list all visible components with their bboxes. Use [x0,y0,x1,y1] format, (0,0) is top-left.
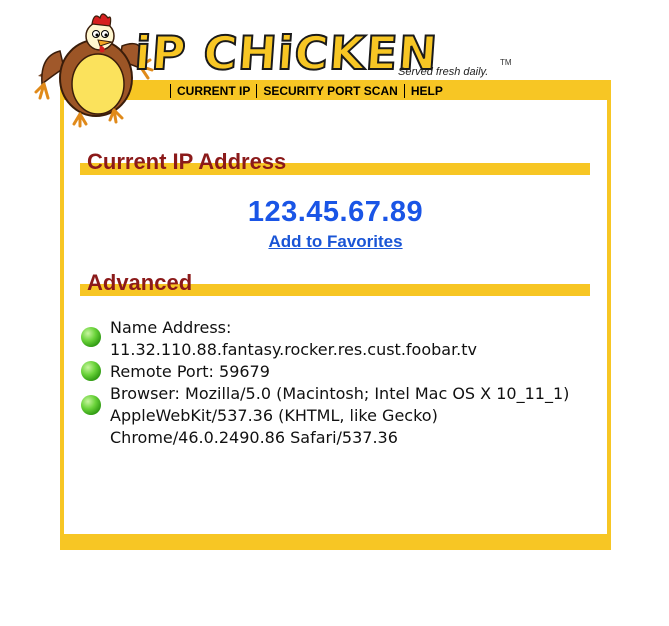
name-address-label: Name Address: [110,318,232,337]
list-item-browser: Browser: Mozilla/5.0 (Macintosh; Intel M… [80,383,580,449]
main-nav: CURRENT IP SECURITY PORT SCAN HELP [170,82,449,100]
nav-help[interactable]: HELP [403,84,449,98]
advanced-heading: Advanced [87,270,193,295]
nav-security-port-scan[interactable]: SECURITY PORT SCAN [256,84,403,98]
nav-current-ip[interactable]: CURRENT IP [170,84,256,98]
add-to-favorites-link[interactable]: Add to Favorites [268,232,402,251]
page: iP CHiCKEN TM Served fresh daily. CURREN… [0,0,669,626]
list-item-name-address: Name Address: 11.32.110.88.fantasy.rocke… [80,317,580,361]
list-item-remote-port: Remote Port: 59679 [80,361,580,383]
advanced-details-list: Name Address: 11.32.110.88.fantasy.rocke… [80,317,580,449]
green-orb-icon [81,361,101,381]
tagline: Served fresh daily. [398,66,489,78]
green-orb-icon [81,327,101,347]
ip-address-value: 123.45.67.89 [247,196,424,228]
current-ip-header: Current IP Address [80,145,590,175]
current-ip-heading: Current IP Address [87,149,287,174]
name-address-value: 11.32.110.88.fantasy.rocker.res.cust.foo… [110,340,478,359]
remote-port-text: Remote Port: 59679 [110,362,270,381]
trademark-symbol: TM [500,58,512,67]
green-orb-icon [81,395,101,415]
favorites-link-container: Add to Favorites [64,232,607,252]
site-logo[interactable]: iP CHiCKEN [132,25,441,81]
browser-text: Browser: Mozilla/5.0 (Macintosh; Intel M… [110,384,570,447]
advanced-header: Advanced [80,266,590,296]
